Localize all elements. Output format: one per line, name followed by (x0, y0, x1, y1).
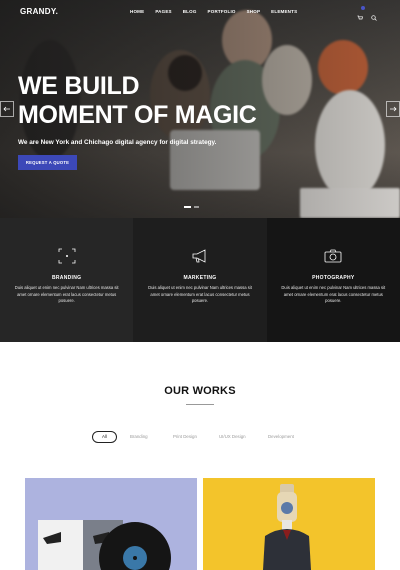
portfolio-image-bottle-man (263, 484, 311, 570)
title-divider (186, 404, 214, 405)
filter-ui-ux-design[interactable]: UI/UX Design (219, 431, 246, 443)
filter-branding[interactable]: Branding (130, 431, 148, 443)
filter-development[interactable]: Development (268, 431, 294, 443)
request-quote-button[interactable]: REQUEST A QUOTE (18, 155, 77, 170)
service-text: Duis aliquet ut enim nec pulvinar Nam ul… (148, 285, 252, 304)
nav-shop[interactable]: SHOP (247, 9, 261, 14)
service-title: BRANDING (51, 275, 82, 281)
nav-blog[interactable]: BLOG (183, 9, 197, 14)
services-section: BRANDING Duis aliquet ut enim nec pulvin… (0, 218, 400, 342)
nav-home[interactable]: HOME (130, 9, 144, 14)
service-title: PHOTOGRAPHY (312, 275, 355, 281)
slider-dot[interactable] (194, 206, 199, 208)
nav-elements[interactable]: ELEMENTS (271, 9, 297, 14)
service-title: MARKETING (183, 275, 217, 281)
nav-pages[interactable]: PAGES (155, 9, 171, 14)
logo[interactable]: GRANDY. (20, 7, 58, 16)
hero-subtitle: We are New York and Chichago digital age… (18, 139, 217, 146)
portfolio-image-record (38, 520, 171, 570)
arrow-right-icon[interactable] (386, 101, 400, 117)
navbar: GRANDY. HOME PAGES BLOG PORTFOLIO SHOP E… (0, 0, 400, 24)
portfolio-filters: All Branding Print Design UI/UX Design D… (0, 431, 400, 443)
hero-slider: GRANDY. HOME PAGES BLOG PORTFOLIO SHOP E… (0, 0, 400, 218)
works-title: OUR WORKS (164, 385, 236, 397)
megaphone-icon (189, 246, 211, 266)
search-icon[interactable] (371, 8, 377, 26)
service-marketing: MARKETING Duis aliquet ut enim nec pulvi… (133, 218, 267, 342)
service-text: Duis aliquet ut enim nec pulvinar Nam ul… (281, 285, 386, 304)
service-photography: PHOTOGRAPHY Duis aliquet ut enim nec pul… (266, 218, 400, 342)
portfolio-item[interactable] (203, 478, 375, 570)
hero-title: WE BUILD MOMENT OF MAGIC (18, 72, 257, 130)
portfolio-item[interactable] (25, 478, 197, 570)
main-nav: HOME PAGES BLOG PORTFOLIO SHOP ELEMENTS (130, 9, 308, 14)
focus-icon (56, 246, 78, 266)
filter-print-design[interactable]: Print Design (173, 431, 197, 443)
arrow-left-icon[interactable] (0, 101, 14, 117)
hero-title-line1: WE BUILD (18, 72, 140, 100)
service-branding: BRANDING Duis aliquet ut enim nec pulvin… (0, 218, 134, 342)
slider-dots (184, 206, 199, 208)
filter-all[interactable]: All (92, 431, 117, 443)
slider-dot[interactable] (184, 206, 191, 208)
hero-title-line2: MOMENT OF MAGIC (18, 101, 257, 129)
cart-badge (361, 6, 365, 10)
camera-icon (322, 246, 344, 266)
nav-portfolio[interactable]: PORTFOLIO (208, 9, 236, 14)
service-text: Duis aliquet ut enim nec pulvinar Nam ul… (14, 285, 119, 304)
cart-icon[interactable] (357, 6, 365, 20)
